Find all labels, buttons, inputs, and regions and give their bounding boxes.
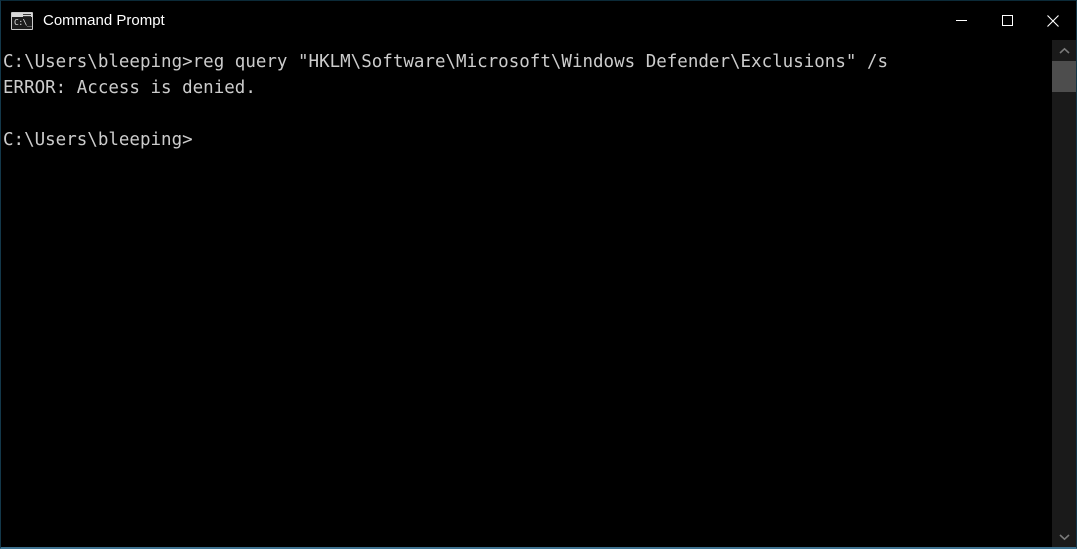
maximize-button[interactable] bbox=[984, 1, 1030, 40]
minimize-icon bbox=[955, 20, 967, 21]
command-prompt-icon: C:\_ bbox=[11, 11, 33, 30]
console-text: C:\Users\bleeping>reg query "HKLM\Softwa… bbox=[3, 49, 1052, 153]
scrollbar-down-button[interactable] bbox=[1052, 526, 1076, 547]
console-output-area[interactable]: C:\Users\bleeping>reg query "HKLM\Softwa… bbox=[1, 40, 1052, 547]
window-title: Command Prompt bbox=[43, 12, 165, 29]
console-line: C:\Users\bleeping>reg query "HKLM\Softwa… bbox=[3, 52, 889, 72]
caption-button-group bbox=[938, 1, 1076, 40]
close-button[interactable] bbox=[1030, 1, 1076, 40]
console-scrollbar[interactable] bbox=[1052, 40, 1076, 547]
close-icon bbox=[1047, 14, 1059, 27]
titlebar-left-group: C:\_ Command Prompt bbox=[1, 1, 938, 40]
chevron-down-icon bbox=[1058, 533, 1070, 540]
scrollbar-up-button[interactable] bbox=[1052, 40, 1076, 61]
icon-prompt-glyph: C:\_ bbox=[14, 17, 32, 27]
window-titlebar[interactable]: C:\_ Command Prompt bbox=[1, 1, 1076, 40]
console-line: C:\Users\bleeping> bbox=[3, 130, 193, 150]
console-line: ERROR: Access is denied. bbox=[3, 78, 256, 98]
scrollbar-track[interactable] bbox=[1052, 61, 1076, 526]
maximize-icon bbox=[1001, 15, 1013, 26]
chevron-up-icon bbox=[1058, 47, 1070, 54]
command-prompt-window: C:\_ Command Prompt C:\Users\bleeping>re… bbox=[0, 0, 1077, 549]
minimize-button[interactable] bbox=[938, 1, 984, 40]
scrollbar-thumb[interactable] bbox=[1052, 61, 1076, 92]
